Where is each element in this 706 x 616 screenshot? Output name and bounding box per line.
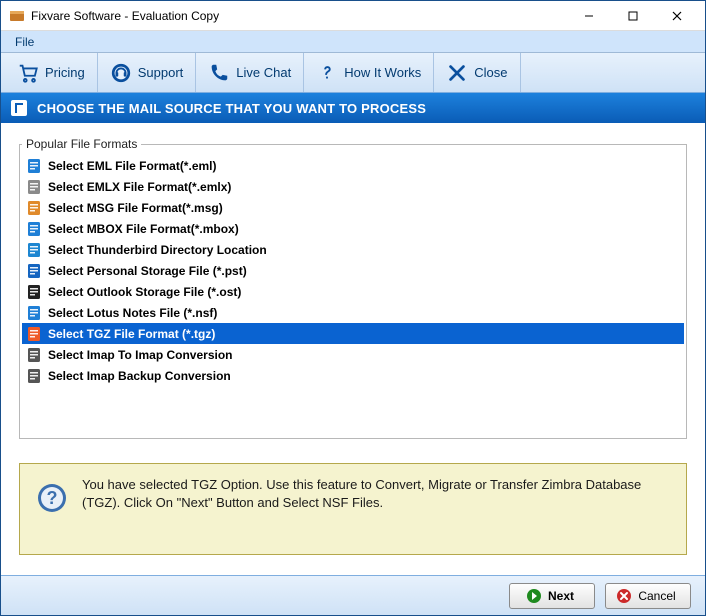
phone-icon: [208, 62, 230, 84]
format-label: Select MBOX File Format(*.mbox): [48, 222, 239, 236]
toolbar-live-chat[interactable]: Live Chat: [196, 53, 304, 92]
file-eml-icon: [26, 158, 42, 174]
toolbar-label: Live Chat: [236, 65, 291, 80]
app-window: Fixvare Software - Evaluation Copy File …: [0, 0, 706, 616]
next-label: Next: [548, 589, 574, 603]
envelope-icon: [26, 179, 42, 195]
popular-formats-group: Popular File Formats Select EML File For…: [19, 137, 687, 439]
format-item[interactable]: Select Imap To Imap Conversion: [22, 344, 684, 365]
next-arrow-icon: [526, 588, 542, 604]
minimize-button[interactable]: [567, 2, 611, 30]
format-label: Select Outlook Storage File (*.ost): [48, 285, 241, 299]
format-item[interactable]: Select MBOX File Format(*.mbox): [22, 218, 684, 239]
toolbar: Pricing Support Live Chat How It Works C…: [1, 53, 705, 93]
next-button[interactable]: Next: [509, 583, 595, 609]
cancel-button[interactable]: Cancel: [605, 583, 691, 609]
menubar: File: [1, 31, 705, 53]
format-label: Select Thunderbird Directory Location: [48, 243, 267, 257]
banner-page-icon: [11, 100, 27, 116]
popular-formats-legend: Popular File Formats: [22, 137, 141, 151]
svg-text:?: ?: [47, 488, 58, 508]
info-text: You have selected TGZ Option. Use this f…: [82, 476, 672, 511]
lotus-notes-icon: [26, 305, 42, 321]
titlebar: Fixvare Software - Evaluation Copy: [1, 1, 705, 31]
headset-icon: [110, 62, 132, 84]
format-item[interactable]: Select MSG File Format(*.msg): [22, 197, 684, 218]
format-label: Select TGZ File Format (*.tgz): [48, 327, 215, 341]
outlook-pst-icon: [26, 263, 42, 279]
format-item[interactable]: Select Lotus Notes File (*.nsf): [22, 302, 684, 323]
banner-text: CHOOSE THE MAIL SOURCE THAT YOU WANT TO …: [37, 101, 426, 116]
window-title: Fixvare Software - Evaluation Copy: [31, 9, 567, 23]
section-banner: CHOOSE THE MAIL SOURCE THAT YOU WANT TO …: [1, 93, 705, 123]
format-label: Select EML File Format(*.eml): [48, 159, 217, 173]
cart-icon: [17, 62, 39, 84]
menu-file[interactable]: File: [9, 33, 40, 51]
close-button[interactable]: [655, 2, 699, 30]
format-item[interactable]: Select Imap Backup Conversion: [22, 365, 684, 386]
cancel-label: Cancel: [638, 589, 675, 603]
window-controls: [567, 2, 699, 30]
tgz-icon: [26, 326, 42, 342]
toolbar-support[interactable]: Support: [98, 53, 197, 92]
file-msg-icon: [26, 200, 42, 216]
footer-bar: Next Cancel: [1, 575, 705, 615]
sync-icon: [26, 368, 42, 384]
format-item[interactable]: Select TGZ File Format (*.tgz): [22, 323, 684, 344]
toolbar-how-it-works[interactable]: How It Works: [304, 53, 434, 92]
info-question-icon: ?: [36, 482, 68, 514]
inbox-icon: [26, 221, 42, 237]
app-icon: [9, 8, 25, 24]
format-item[interactable]: Select Outlook Storage File (*.ost): [22, 281, 684, 302]
format-label: Select EMLX File Format(*.emlx): [48, 180, 231, 194]
outlook-ost-icon: [26, 284, 42, 300]
format-item[interactable]: Select Personal Storage File (*.pst): [22, 260, 684, 281]
format-label: Select Personal Storage File (*.pst): [48, 264, 247, 278]
format-label: Select Imap To Imap Conversion: [48, 348, 233, 362]
toolbar-label: Close: [474, 65, 507, 80]
format-list: Select EML File Format(*.eml) Select EMLX…: [22, 155, 684, 386]
toolbar-label: Pricing: [45, 65, 85, 80]
format-label: Select Lotus Notes File (*.nsf): [48, 306, 217, 320]
info-panel: ? You have selected TGZ Option. Use this…: [19, 463, 687, 555]
question-icon: [316, 62, 338, 84]
format-label: Select MSG File Format(*.msg): [48, 201, 223, 215]
format-item[interactable]: Select EML File Format(*.eml): [22, 155, 684, 176]
toolbar-close[interactable]: Close: [434, 53, 520, 92]
sync-icon: [26, 347, 42, 363]
toolbar-label: Support: [138, 65, 184, 80]
thunderbird-icon: [26, 242, 42, 258]
toolbar-label: How It Works: [344, 65, 421, 80]
format-label: Select Imap Backup Conversion: [48, 369, 231, 383]
body-area: Popular File Formats Select EML File For…: [1, 123, 705, 575]
maximize-button[interactable]: [611, 2, 655, 30]
format-item[interactable]: Select EMLX File Format(*.emlx): [22, 176, 684, 197]
format-item[interactable]: Select Thunderbird Directory Location: [22, 239, 684, 260]
close-x-icon: [446, 62, 468, 84]
toolbar-pricing[interactable]: Pricing: [5, 53, 98, 92]
cancel-x-icon: [616, 588, 632, 604]
